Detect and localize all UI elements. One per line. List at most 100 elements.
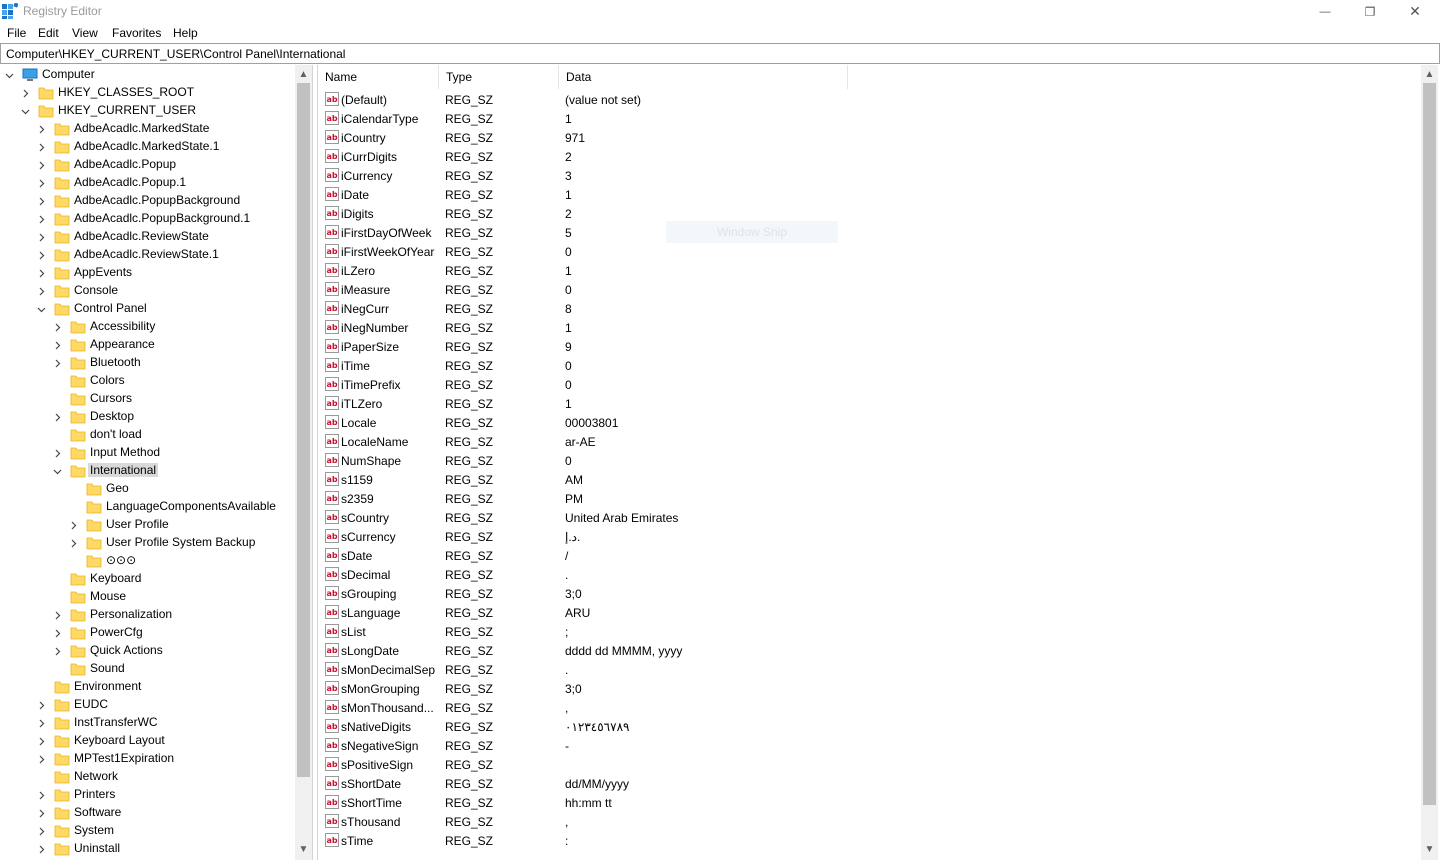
chevron-right-icon[interactable] (52, 322, 62, 332)
chevron-right-icon[interactable] (36, 160, 46, 170)
chevron-right-icon[interactable] (36, 844, 46, 854)
value-row[interactable]: ab sNegativeSign REG_SZ - (318, 736, 1418, 755)
chevron-right-icon[interactable] (36, 700, 46, 710)
value-row[interactable]: ab sMonDecimalSep REG_SZ. (318, 660, 1418, 679)
value-row[interactable]: ab sThousand REG_SZ, (318, 812, 1418, 831)
tree-node[interactable]: AdbeAcadlc.MarkedState (0, 120, 295, 138)
menu-view[interactable]: View (72, 26, 98, 40)
chevron-right-icon[interactable] (36, 286, 46, 296)
tree-node[interactable]: EUDC (0, 696, 295, 714)
chevron-right-icon[interactable] (36, 826, 46, 836)
list-scroll-thumb[interactable] (1423, 83, 1436, 805)
tree-node[interactable]: Environment (0, 678, 295, 696)
tree-node[interactable]: don't load (0, 426, 295, 444)
value-row[interactable]: ab s1159 REG_SZ AM (318, 470, 1418, 489)
tree-node[interactable]: AdbeAcadlc.PopupBackground.1 (0, 210, 295, 228)
tree-node[interactable]: Colors (0, 372, 295, 390)
restore-button[interactable]: ❐ (1347, 0, 1393, 23)
value-row[interactable]: ab sCurrency REG_SZ د.إ. (318, 527, 1418, 546)
chevron-down-icon[interactable] (20, 106, 30, 116)
value-row[interactable]: ab sMonGrouping REG_SZ 3;0 (318, 679, 1418, 698)
chevron-right-icon[interactable] (36, 196, 46, 206)
value-row[interactable]: ab sTime REG_SZ: (318, 831, 1418, 850)
tree-node[interactable]: Personalization (0, 606, 295, 624)
menu-edit[interactable]: Edit (38, 26, 59, 40)
chevron-right-icon[interactable] (36, 232, 46, 242)
tree-node[interactable]: Input Method (0, 444, 295, 462)
tree-node[interactable]: InstTransferWC (0, 714, 295, 732)
list-scroll-up-icon[interactable]: ▲ (1421, 66, 1438, 83)
value-row[interactable]: ab iMeasure REG_SZ 0 (318, 280, 1418, 299)
tree-node[interactable]: HKEY_CLASSES_ROOT (0, 84, 295, 102)
value-row[interactable]: ab (Default) REG_SZ (value not set) (318, 90, 1418, 109)
tree-node[interactable]: AdbeAcadlc.PopupBackground (0, 192, 295, 210)
tree-node[interactable]: Software (0, 804, 295, 822)
chevron-down-icon[interactable] (36, 304, 46, 314)
column-header-data[interactable]: Data (559, 65, 848, 89)
tree-scroll-down-icon[interactable]: ▼ (295, 841, 312, 858)
tree-node[interactable]: Computer (0, 66, 295, 84)
chevron-right-icon[interactable] (36, 124, 46, 134)
value-row[interactable]: ab iDigits REG_SZ 2 (318, 204, 1418, 223)
tree-node[interactable]: Mouse (0, 588, 295, 606)
tree-node[interactable]: Quick Actions (0, 642, 295, 660)
value-row[interactable]: ab iFirstWeekOfYear REG_SZ 0 (318, 242, 1418, 261)
chevron-right-icon[interactable] (36, 142, 46, 152)
tree-node[interactable]: Keyboard Layout (0, 732, 295, 750)
chevron-right-icon[interactable] (36, 808, 46, 818)
tree-node[interactable]: System (0, 822, 295, 840)
value-row[interactable]: ab sDate REG_SZ / (318, 546, 1418, 565)
tree-node[interactable]: AppEvents (0, 264, 295, 282)
chevron-right-icon[interactable] (36, 250, 46, 260)
value-row[interactable]: ab sMonThousand... REG_SZ, (318, 698, 1418, 717)
chevron-down-icon[interactable] (52, 466, 62, 476)
tree-node[interactable]: Printers (0, 786, 295, 804)
value-row[interactable]: ab sList REG_SZ; (318, 622, 1418, 641)
value-row[interactable]: ab iCalendarType REG_SZ 1 (318, 109, 1418, 128)
value-row[interactable]: ab Locale REG_SZ 00003801 (318, 413, 1418, 432)
value-row[interactable]: ab iTime REG_SZ 0 (318, 356, 1418, 375)
tree-scroll-thumb[interactable] (297, 83, 310, 777)
value-row[interactable]: ab s2359 REG_SZ PM (318, 489, 1418, 508)
value-row[interactable]: ab sNativeDigits REG_SZ ٠١٢٣٤٥٦٧٨٩ (318, 717, 1418, 736)
tree-node[interactable]: Keyboard (0, 570, 295, 588)
chevron-down-icon[interactable] (4, 70, 14, 80)
value-row[interactable]: ab iNegNumber REG_SZ 1 (318, 318, 1418, 337)
value-row[interactable]: ab iFirstDayOfWeek REG_SZ 5 (318, 223, 1418, 242)
menu-file[interactable]: File (7, 26, 26, 40)
value-row[interactable]: ab iDate REG_SZ 1 (318, 185, 1418, 204)
tree-node[interactable]: LanguageComponentsAvailable (0, 498, 295, 516)
chevron-right-icon[interactable] (52, 448, 62, 458)
value-row[interactable]: ab sLanguage REG_SZ ARU (318, 603, 1418, 622)
chevron-right-icon[interactable] (20, 88, 30, 98)
tree-node[interactable]: Console (0, 282, 295, 300)
value-row[interactable]: ab iNegCurr REG_SZ 8 (318, 299, 1418, 318)
chevron-right-icon[interactable] (68, 520, 78, 530)
value-row[interactable]: ab iLZero REG_SZ 1 (318, 261, 1418, 280)
tree-node[interactable]: Network (0, 768, 295, 786)
chevron-right-icon[interactable] (68, 538, 78, 548)
value-row[interactable]: ab sPositiveSign REG_SZ (318, 755, 1418, 774)
value-row[interactable]: ab iTimePrefix REG_SZ 0 (318, 375, 1418, 394)
tree-node[interactable]: Geo (0, 480, 295, 498)
tree-node[interactable]: User Profile (0, 516, 295, 534)
value-row[interactable]: ab iTLZero REG_SZ 1 (318, 394, 1418, 413)
value-row[interactable]: ab iCountry REG_SZ 971 (318, 128, 1418, 147)
chevron-right-icon[interactable] (52, 412, 62, 422)
chevron-right-icon[interactable] (52, 340, 62, 350)
chevron-right-icon[interactable] (52, 610, 62, 620)
column-header-name[interactable]: Name (318, 65, 439, 89)
value-row[interactable]: ab sShortDate REG_SZ dd/MM/yyyy (318, 774, 1418, 793)
tree-node[interactable]: AdbeAcadlc.MarkedState.1 (0, 138, 295, 156)
column-header-type[interactable]: Type (439, 65, 559, 89)
value-row[interactable]: ab sShortTime REG_SZ hh:mm tt (318, 793, 1418, 812)
tree-node[interactable]: Bluetooth (0, 354, 295, 372)
tree-node[interactable]: HKEY_CURRENT_USER (0, 102, 295, 120)
tree-node[interactable]: AdbeAcadlc.ReviewState (0, 228, 295, 246)
chevron-right-icon[interactable] (36, 178, 46, 188)
tree-node[interactable]: Desktop (0, 408, 295, 426)
menu-favorites[interactable]: Favorites (112, 26, 161, 40)
tree-node[interactable]: Appearance (0, 336, 295, 354)
tree-node[interactable]: Accessibility (0, 318, 295, 336)
value-row[interactable]: ab sCountry REG_SZ United Arab Emirates (318, 508, 1418, 527)
